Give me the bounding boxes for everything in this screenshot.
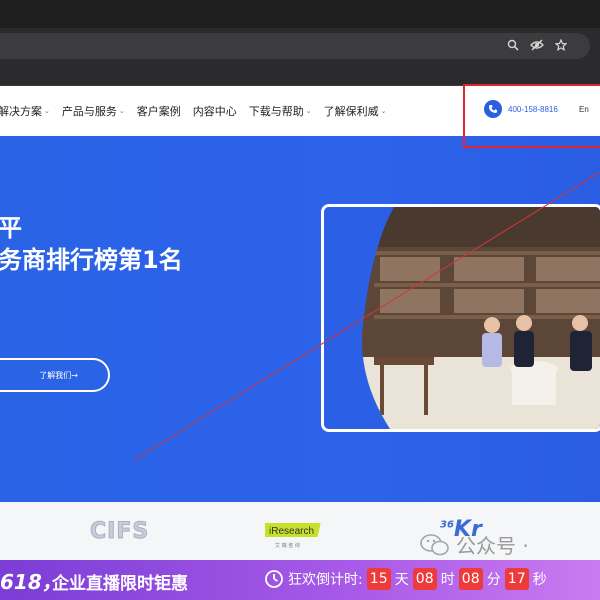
browser-toolbar <box>0 28 600 64</box>
clock-icon <box>265 570 283 588</box>
countdown-days-unit: 天 <box>394 572 409 588</box>
countdown-hours-unit: 时 <box>440 572 455 588</box>
countdown-minutes: 08 <box>458 568 483 590</box>
countdown-minutes-unit: 分 <box>486 572 501 588</box>
nav-item-label: 产品与服务 <box>61 105 117 118</box>
nav-item-label: 内容中心 <box>192 105 237 118</box>
nav-item-label: 下载与帮助 <box>248 105 304 118</box>
nav-item-cases[interactable]: 客户案例 <box>137 103 181 119</box>
countdown-label: 狂欢倒计时: <box>288 572 363 588</box>
address-bar[interactable] <box>0 33 590 59</box>
nav-item-products[interactable]: 产品与服务 ⌄ <box>62 103 125 119</box>
iresearch-subtitle: 艾 瑞 咨 询 <box>275 542 300 549</box>
nav-item-label: 了解保利威 <box>323 105 379 118</box>
cifs-logo: CIFS <box>89 519 150 545</box>
eye-slash-icon[interactable] <box>530 38 544 52</box>
zoom-icon[interactable] <box>506 38 520 52</box>
star-icon[interactable] <box>554 38 568 52</box>
chevron-down-icon: ⌄ <box>305 107 312 115</box>
annotation-arrow-line <box>133 171 600 461</box>
browser-tab-strip <box>0 0 600 28</box>
wechat-icon <box>420 533 449 555</box>
iresearch-wordmark: iResearch <box>269 526 314 537</box>
highlight-annotation-box <box>463 84 600 148</box>
nav-item-content[interactable]: 内容中心 <box>193 103 237 119</box>
chevron-down-icon: ⌄ <box>118 107 125 115</box>
nav-item-solutions[interactable]: 解决方案 ⌄ <box>0 103 50 119</box>
promo-title: 企业直播限时钜惠 <box>52 574 188 594</box>
countdown-days: 15 <box>366 568 391 590</box>
promo-banner[interactable]: 618， 企业直播限时钜惠 狂欢倒计时: 15 天 08 时 08 分 17 秒 <box>0 560 600 600</box>
countdown-seconds-unit: 秒 <box>532 572 547 588</box>
nav-item-label: 解决方案 <box>0 105 42 118</box>
promo-countdown: 狂欢倒计时: 15 天 08 时 08 分 17 秒 <box>264 568 547 590</box>
chevron-down-icon: ⌄ <box>380 107 387 115</box>
watermark-text: 公众号 · <box>456 534 529 558</box>
nav-item-downloads[interactable]: 下载与帮助 ⌄ <box>249 103 312 119</box>
nav-item-about[interactable]: 了解保利威 ⌄ <box>324 103 387 119</box>
countdown-hours: 08 <box>412 568 437 590</box>
main-nav: 解决方案 ⌄ 产品与服务 ⌄ 客户案例 内容中心 下载与帮助 ⌄ 了解保利威 ⌄ <box>0 103 387 119</box>
chevron-down-icon: ⌄ <box>44 107 50 115</box>
nav-item-label: 客户案例 <box>136 105 181 118</box>
iresearch-logo: iResearch 艾 瑞 咨 询 <box>261 521 321 549</box>
wechat-watermark: 公众号 · <box>420 530 529 559</box>
browser-window: 解决方案 ⌄ 产品与服务 ⌄ 客户案例 内容中心 下载与帮助 ⌄ 了解保利威 ⌄ 400… <box>0 0 600 600</box>
address-bar-icons <box>506 38 568 52</box>
countdown-seconds: 17 <box>504 568 529 590</box>
bookmarks-bar <box>0 64 600 86</box>
hero-banner: 平 务商排行榜第1名 了解我们→ <box>0 136 600 502</box>
